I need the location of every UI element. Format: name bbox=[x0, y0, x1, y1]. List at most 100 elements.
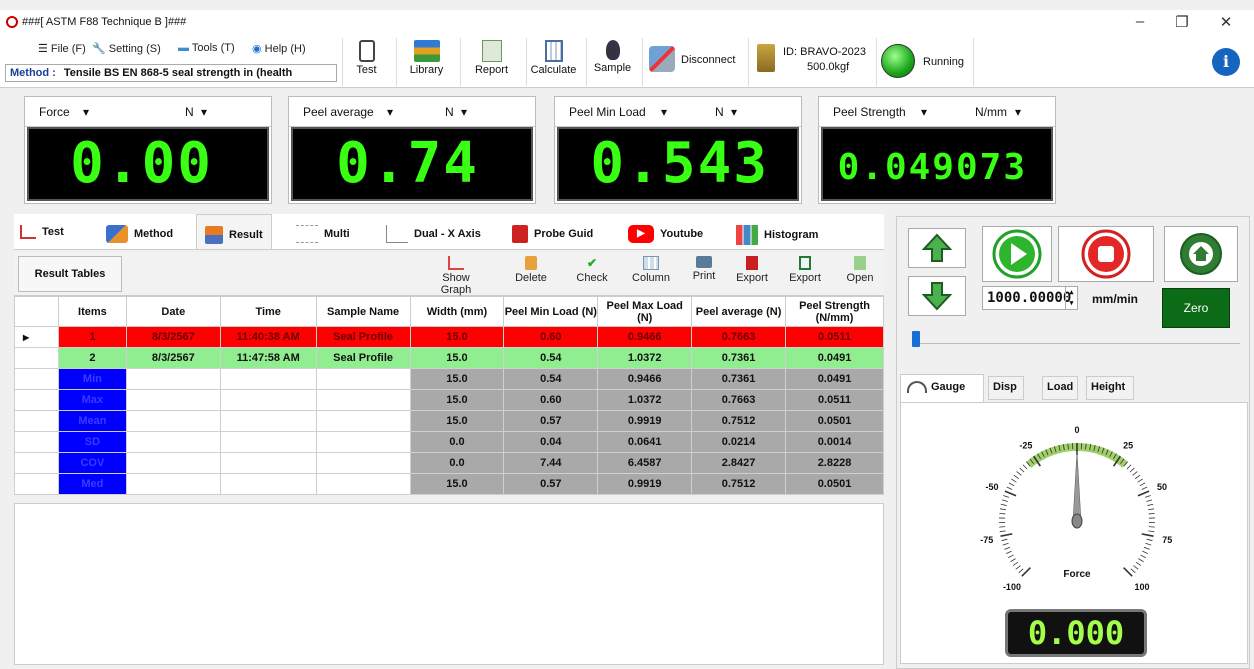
method-label: Method : bbox=[10, 67, 56, 79]
table-cell: 0.9466 bbox=[597, 368, 693, 390]
menu-setting[interactable]: 🔧 Setting (S) bbox=[92, 42, 161, 55]
speed-input[interactable]: 1000.00000 ▲ ▼ bbox=[982, 286, 1078, 310]
tab-youtube[interactable]: ▶ Youtube bbox=[628, 214, 703, 250]
gauge-tick bbox=[1147, 503, 1154, 506]
gauge-tick bbox=[999, 512, 1006, 515]
running-label: Running bbox=[923, 56, 964, 68]
home-button[interactable] bbox=[1164, 226, 1238, 282]
gauge-tick bbox=[1001, 499, 1008, 502]
menu-file[interactable]: ☰ File (F) bbox=[38, 42, 86, 55]
gauge-tick-label: -50 bbox=[985, 482, 998, 492]
col-date[interactable]: Date bbox=[125, 296, 221, 327]
readout-peel-average-name[interactable]: Peel average bbox=[303, 105, 374, 119]
tab-load[interactable]: Load bbox=[1042, 376, 1078, 400]
report-button[interactable]: Report bbox=[460, 38, 522, 86]
zero-button[interactable]: Zero bbox=[1162, 288, 1230, 328]
gauge-tick bbox=[1018, 568, 1024, 574]
title-bar: ###[ ASTM F88 Technique B ]### – ❐ ✕ bbox=[0, 10, 1254, 36]
table-header-row: Items Date Time Sample Name Width (mm) P… bbox=[14, 296, 884, 327]
minimize-button[interactable]: – bbox=[1120, 13, 1160, 33]
table-row[interactable]: 2 8/3/2567 11:47:58 AM Seal Profile 15.0… bbox=[14, 347, 884, 369]
tab-test[interactable]: Test bbox=[20, 214, 64, 250]
export-excel-button[interactable]: Export bbox=[786, 256, 824, 294]
tab-result[interactable]: Result bbox=[196, 214, 272, 250]
readout-peel-average-unit[interactable]: N bbox=[445, 105, 454, 119]
gauge-lcd: 0.000 bbox=[1005, 609, 1147, 657]
col-sample-name[interactable]: Sample Name bbox=[315, 296, 411, 327]
export-pdf-button[interactable]: Export bbox=[730, 256, 774, 294]
table-cell: 0.60 bbox=[503, 326, 599, 348]
check-label: Check bbox=[576, 272, 608, 284]
disconnect-icon bbox=[649, 46, 675, 72]
col-items[interactable]: Items bbox=[57, 296, 127, 327]
gauge-tick bbox=[1145, 542, 1152, 546]
table-cell: 0.7663 bbox=[691, 326, 787, 348]
info-icon[interactable]: i bbox=[1212, 48, 1240, 76]
move-down-button[interactable] bbox=[908, 276, 966, 316]
tab-multi[interactable]: Multi bbox=[296, 214, 350, 250]
tab-gauge[interactable]: Gauge bbox=[900, 374, 984, 402]
menu-tools[interactable]: ▬ Tools (T) bbox=[178, 42, 235, 54]
speed-slider-thumb[interactable] bbox=[912, 331, 920, 347]
tab-histogram[interactable]: Histogram bbox=[736, 214, 818, 250]
disconnect-button[interactable]: Disconnect bbox=[642, 38, 742, 86]
col-time[interactable]: Time bbox=[219, 296, 317, 327]
device-info: ID: BRAVO-2023 500.0kgf bbox=[748, 38, 874, 86]
table-row[interactable]: ▶ 1 8/3/2567 11:40:38 AM Seal Profile 15… bbox=[14, 326, 884, 348]
readout-peel-min-load-unit[interactable]: N bbox=[715, 105, 724, 119]
readout-force-unit[interactable]: N bbox=[185, 105, 194, 119]
table-cell: 0.0641 bbox=[597, 431, 693, 453]
readout-peel-strength-name[interactable]: Peel Strength bbox=[833, 105, 906, 119]
report-label: Report bbox=[474, 64, 509, 76]
move-up-button[interactable] bbox=[908, 228, 966, 268]
show-graph-button[interactable]: Show Graph bbox=[426, 256, 486, 296]
readout-force-name[interactable]: Force bbox=[39, 105, 70, 119]
readout-peel-min-load-value: 0.543 bbox=[590, 131, 769, 196]
delete-button[interactable]: Delete bbox=[506, 256, 556, 294]
library-label: Library bbox=[409, 64, 444, 76]
menu-help[interactable]: ◉ Help (H) bbox=[252, 42, 306, 55]
library-button[interactable]: Library bbox=[396, 38, 456, 86]
check-button[interactable]: ✔ Check bbox=[570, 256, 614, 294]
col-peel-max-load[interactable]: Peel Max Load (N) bbox=[597, 296, 693, 327]
table-cell: 0.7512 bbox=[691, 473, 787, 495]
tab-height[interactable]: Height bbox=[1086, 376, 1134, 400]
gauge-tick-label: 0 bbox=[1074, 425, 1079, 435]
open-button[interactable]: Open bbox=[842, 256, 878, 294]
sample-button[interactable]: Sample bbox=[586, 38, 638, 86]
col-peel-min-load[interactable]: Peel Min Load (N) bbox=[503, 296, 599, 327]
readout-peel-min-load-name[interactable]: Peel Min Load bbox=[569, 105, 646, 119]
stat-label: Max bbox=[57, 389, 127, 411]
tab-probe-guid[interactable]: Probe Guid bbox=[512, 214, 593, 250]
start-button[interactable] bbox=[982, 226, 1052, 282]
tab-probe-guid-label: Probe Guid bbox=[534, 227, 594, 240]
tab-disp[interactable]: Disp bbox=[988, 376, 1024, 400]
device-id: ID: BRAVO-2023 bbox=[783, 46, 866, 58]
stop-button[interactable] bbox=[1058, 226, 1154, 282]
test-button[interactable]: Test bbox=[342, 38, 390, 86]
check-icon: ✔ bbox=[586, 256, 598, 270]
tab-test-label: Test bbox=[42, 225, 64, 238]
print-button[interactable]: Print bbox=[688, 256, 720, 294]
gauge-tick bbox=[1141, 486, 1148, 490]
row-selector-header bbox=[14, 296, 59, 327]
calculate-button[interactable]: Calculate bbox=[526, 38, 580, 86]
speed-slider[interactable] bbox=[912, 336, 1240, 344]
close-button[interactable]: ✕ bbox=[1206, 13, 1246, 33]
table-cell: 8/3/2567 bbox=[125, 347, 221, 369]
column-button[interactable]: Column bbox=[626, 256, 676, 294]
spin-arrows-icon[interactable]: ▲ ▼ bbox=[1065, 287, 1077, 309]
row-pointer-icon: ▶ bbox=[14, 326, 59, 348]
col-peel-average[interactable]: Peel average (N) bbox=[691, 296, 787, 327]
col-width[interactable]: Width (mm) bbox=[409, 296, 505, 327]
arrow-up-icon bbox=[922, 233, 952, 262]
col-peel-strength[interactable]: Peel Strength (N/mm) bbox=[785, 296, 884, 327]
gauge-tick bbox=[999, 508, 1006, 511]
tab-method[interactable]: Method bbox=[106, 214, 173, 250]
tab-dual-x-axis[interactable]: Dual - X Axis bbox=[386, 214, 481, 250]
stat-row-med: Med 15.0 0.57 0.9919 0.7512 0.0501 bbox=[14, 473, 884, 495]
table-cell: 2 bbox=[57, 347, 127, 369]
restore-button[interactable]: ❐ bbox=[1162, 13, 1202, 33]
table-cell: 0.0014 bbox=[785, 431, 884, 453]
readout-peel-strength-unit[interactable]: N/mm bbox=[975, 105, 1007, 119]
